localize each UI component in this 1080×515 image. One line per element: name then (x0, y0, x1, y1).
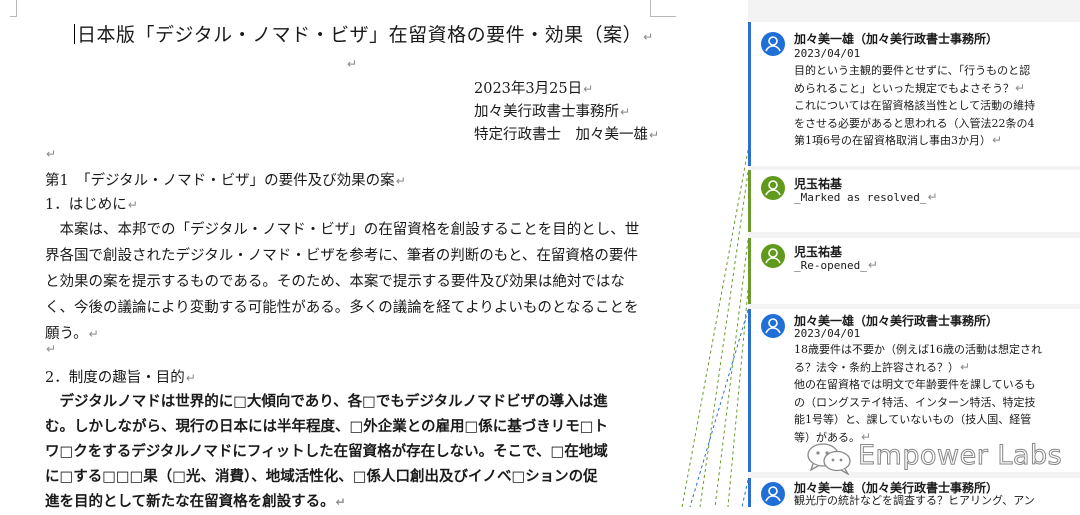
comment-card[interactable]: 加々美一雄（加々美行政書士事務所） 2023/04/01 目的という主観的要件と… (748, 22, 1080, 166)
comment-author: 加々美一雄（加々美行政書士事務所） (794, 32, 999, 46)
user-icon (765, 36, 781, 52)
comment-date: 2023/04/01 (794, 47, 861, 60)
comment-accent-bar (748, 238, 751, 304)
watermark-text: Empower Labs (857, 440, 1063, 472)
wechat-icon (807, 443, 851, 475)
avatar (761, 482, 785, 506)
comment-accent-bar (748, 478, 751, 507)
comment-accent-bar (748, 309, 751, 472)
user-icon (765, 248, 781, 264)
avatar (761, 314, 785, 338)
comment-card[interactable]: 加々美一雄（加々美行政書士事務所） 観光庁の統計などを調査する？ヒアリング、アン (748, 478, 1080, 507)
avatar (761, 176, 785, 200)
comment-text: 観光庁の統計などを調査する？ヒアリング、アン (794, 494, 1035, 507)
user-icon (765, 486, 781, 502)
comment-text: 目的という主観的要件とせずに、「行うものと認 められること」といった規定でもよさ… (794, 64, 1036, 147)
comment-text: 18歳要件は不要か（例えば16歳の活動は想定され る？法令・条約上許容される？）… (794, 343, 1042, 444)
comment-card[interactable]: 児玉祐基 _Re-opened_↵ (748, 238, 1080, 304)
avatar (761, 244, 785, 268)
comment-date: 2023/04/01 (794, 327, 861, 340)
comment-accent-bar (748, 22, 751, 166)
comment-card[interactable]: 児玉祐基 _Marked as resolved_↵ (748, 170, 1080, 232)
user-icon (765, 318, 781, 334)
comment-accent-bar (748, 170, 751, 232)
user-icon (765, 180, 781, 196)
avatar (761, 32, 785, 56)
comment-status: _Re-opened_↵ (794, 258, 878, 272)
comment-status: _Marked as resolved_↵ (794, 190, 938, 204)
